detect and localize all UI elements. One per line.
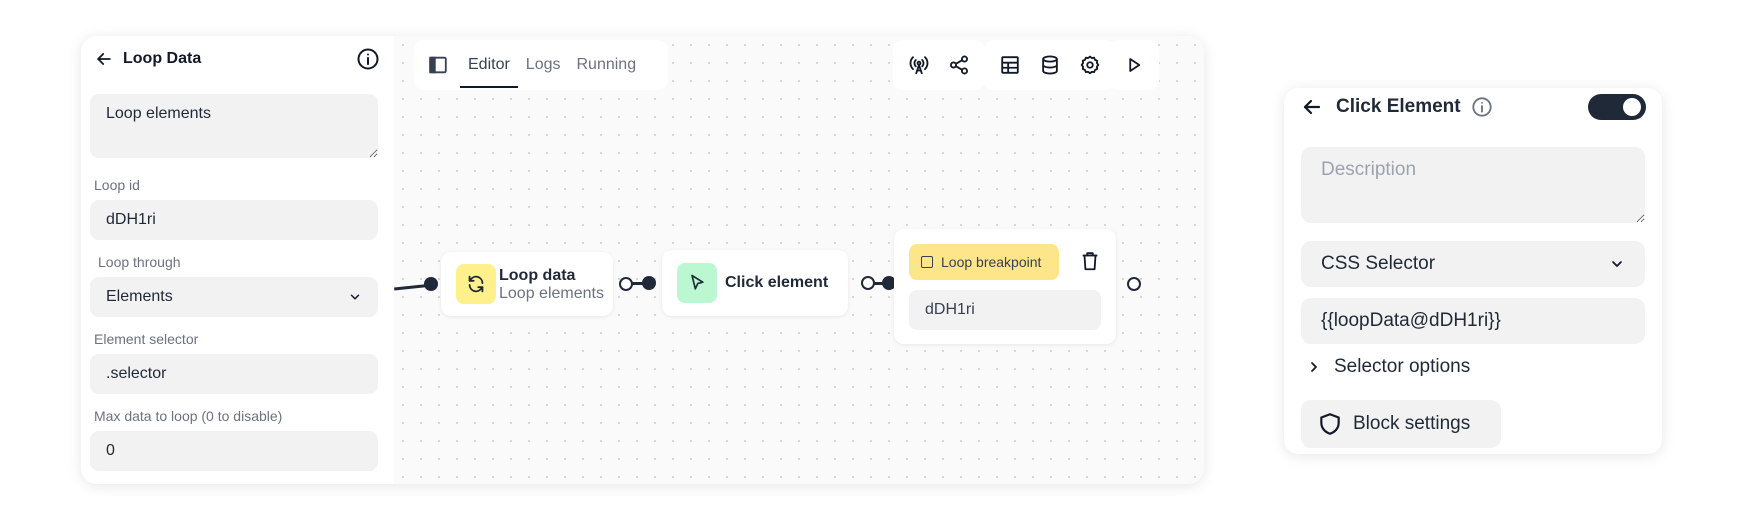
click-element-settings-card: Click Element CSS Selector Selector opti… [1284,88,1662,454]
tab-running[interactable]: Running [569,40,645,90]
sidebar-toggle-button[interactable] [424,51,452,79]
database-button[interactable] [1032,47,1068,83]
table-button[interactable] [992,47,1028,83]
editor-tabbar: Editor Logs Running [414,40,668,90]
workflow-canvas[interactable]: Editor Logs Running Loop data Loop eleme… [394,36,1204,484]
loop-data-title: Loop data [499,267,576,284]
settings-button[interactable] [1072,47,1108,83]
loop-id-label: Loop id [94,177,140,193]
selector-input[interactable] [1301,298,1645,344]
panel-header: Loop Data [90,36,394,82]
card-title: Click Element [1336,96,1461,117]
loop-data-output-handle[interactable] [619,277,633,291]
run-button[interactable] [1116,47,1152,83]
refresh-icon [468,275,484,293]
loop-data-icon-box [456,264,496,304]
card-header: Click Element [1300,92,1646,122]
click-element-node[interactable]: Click element [662,250,848,316]
description-textarea[interactable] [1301,147,1645,223]
info-icon[interactable] [1471,96,1493,118]
loop-breakpoint-badge: Loop breakpoint [909,244,1059,280]
toolbar-group-share [893,40,985,90]
broadcast-button[interactable] [901,47,937,83]
element-selector-label: Element selector [94,331,199,347]
selector-options-toggle[interactable]: Selector options [1306,354,1470,380]
loop-data-input-handle[interactable] [424,277,438,291]
element-selector-input[interactable] [90,354,378,394]
breakpoint-output-handle[interactable] [1127,277,1141,291]
tab-logs[interactable]: Logs [518,40,569,90]
click-element-output-handle[interactable] [861,276,875,290]
share-button[interactable] [941,47,977,83]
trash-icon [1082,252,1098,271]
tab-editor[interactable]: Editor [460,40,518,90]
block-settings-label: Block settings [1353,413,1471,434]
info-button[interactable] [356,47,380,71]
loop-through-select[interactable]: Elements [90,277,378,317]
enable-toggle[interactable] [1588,94,1646,120]
description-textarea[interactable]: Loop elements [90,94,378,158]
back-button[interactable] [91,46,117,72]
panel-title: Loop Data [123,50,202,67]
chevron-right-icon [1311,362,1317,372]
click-element-input-handle[interactable] [642,276,656,290]
loop-breakpoint-node[interactable]: Loop breakpoint dDH1ri [894,229,1116,344]
loop-breakpoint-label: Loop breakpoint [941,254,1042,270]
selector-type-value: CSS Selector [1321,253,1436,274]
toolbar-group-run [1109,40,1159,90]
cursor-icon [691,274,704,290]
selector-type-select[interactable]: CSS Selector [1301,241,1645,287]
sidebar-layout-icon [429,56,447,74]
info-icon [357,48,379,70]
click-element-title: Click element [725,274,829,291]
loop-breakpoint-id: dDH1ri [909,290,1101,330]
selector-options-label: Selector options [1334,356,1471,377]
share-icon [950,55,968,75]
arrow-left-icon [97,53,111,65]
play-icon [1129,58,1141,72]
max-data-label: Max data to loop (0 to disable) [94,408,283,424]
chevron-down-icon [1612,261,1622,267]
loop-id-input[interactable] [90,200,378,240]
table-icon [1001,56,1019,74]
delete-node-button[interactable] [1076,247,1104,275]
max-data-input[interactable] [90,431,378,471]
shield-icon [1320,413,1340,435]
click-element-icon-box [677,263,717,303]
arrow-left-icon[interactable] [1300,95,1324,119]
settings-icon [1080,55,1100,75]
breakpoint-square-icon [921,256,933,268]
database-icon [1042,55,1058,75]
block-settings-button[interactable]: Block settings [1301,400,1501,448]
toolbar-group-data [984,40,1116,90]
workflow-editor-window: Loop Data Loop elements Loop id Loop thr… [81,36,1204,484]
loop-through-value: Elements [106,288,173,305]
chevron-down-icon [350,294,360,300]
broadcast-icon [909,56,929,75]
block-settings-panel: Loop Data Loop elements Loop id Loop thr… [81,36,394,484]
edge-incoming [394,284,429,291]
loop-through-label: Loop through [98,254,181,270]
loop-data-subtitle: Loop elements [499,285,604,302]
loop-data-node[interactable]: Loop data Loop elements [441,252,613,316]
